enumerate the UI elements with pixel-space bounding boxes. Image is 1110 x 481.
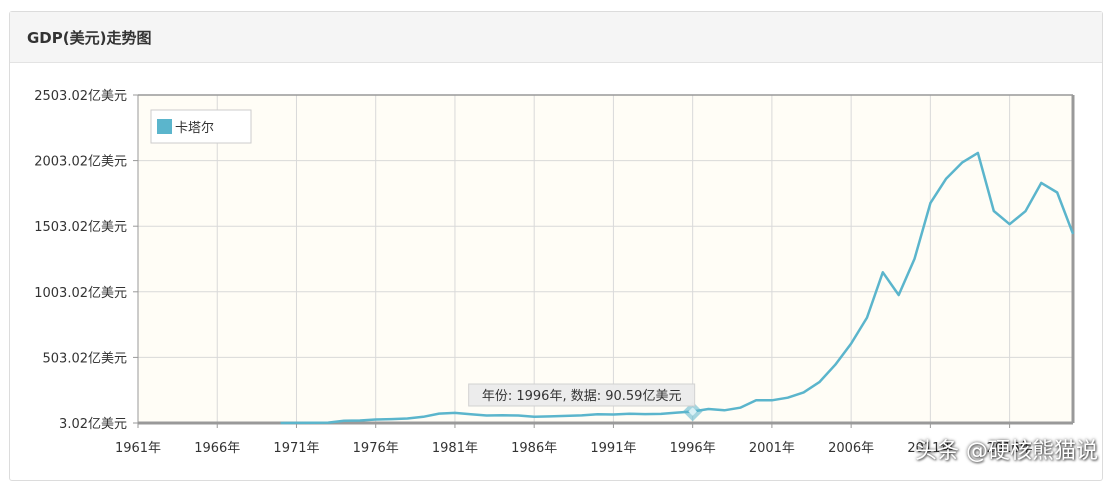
x-tick-label: 2001年 <box>749 441 795 456</box>
x-tick-label: 1961年 <box>115 441 161 456</box>
y-tick-label: 2503.02亿美元 <box>34 89 127 104</box>
x-tick-label: 1996年 <box>670 441 716 456</box>
tooltip-text: 年份: 1996年, 数据: 90.59亿美元 <box>482 389 682 404</box>
y-tick-label: 1503.02亿美元 <box>34 220 127 235</box>
x-tick-label: 2006年 <box>828 441 874 456</box>
legend-label[interactable]: 卡塔尔 <box>175 121 214 136</box>
y-tick-label: 2003.02亿美元 <box>34 155 127 170</box>
y-tick-label: 3.02亿美元 <box>59 417 127 432</box>
legend-swatch[interactable] <box>157 119 172 134</box>
y-tick-label: 1003.02亿美元 <box>34 286 127 301</box>
gdp-line-chart[interactable]: 3.02亿美元 503.02亿美元 1003.02亿美元 1503.02亿美元 2003… <box>0 0 1110 473</box>
x-tick-label: 1971年 <box>273 441 319 456</box>
x-tick-label: 1986年 <box>511 441 557 456</box>
x-tick-label: 1981年 <box>432 441 478 456</box>
plot-area <box>138 95 1073 423</box>
x-tick-label: 1966年 <box>194 441 240 456</box>
x-tick-label: 1976年 <box>353 441 399 456</box>
y-tick-label: 503.02亿美元 <box>43 351 128 366</box>
x-tick-label: 1991年 <box>590 441 636 456</box>
watermark: 头条 @硬核熊猫说 <box>915 439 1098 464</box>
